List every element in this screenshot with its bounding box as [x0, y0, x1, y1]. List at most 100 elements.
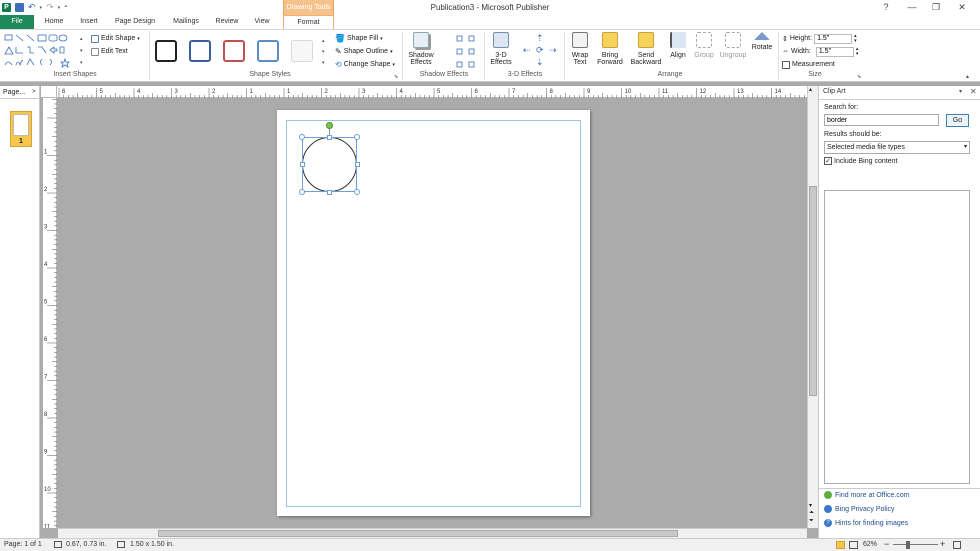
vertical-ruler[interactable]: 1 2 3 4 5 6 7 8 9 10 11 [43, 98, 57, 531]
shapes-gallery[interactable] [4, 33, 80, 71]
wrap-text-button[interactable]: Wrap Text [567, 32, 593, 72]
resize-handle-top-left[interactable] [299, 134, 305, 140]
vertical-scroll-thumb[interactable] [809, 186, 817, 396]
shape-styles-launcher-icon[interactable]: ⬊ [394, 74, 398, 80]
search-input[interactable] [824, 114, 939, 126]
shadow-effects-button[interactable]: Shadow Effects [405, 32, 437, 72]
fit-page-icon[interactable] [953, 541, 961, 549]
horizontal-scrollbar[interactable] [58, 528, 807, 538]
bring-forward-label-1: Bring [601, 52, 619, 59]
zoom-slider[interactable] [893, 544, 938, 545]
single-page-view-icon[interactable] [836, 541, 845, 549]
width-icon: ⇔ [782, 48, 789, 55]
resize-handle-top-right[interactable] [354, 134, 360, 140]
resize-handle-bottom-right[interactable] [354, 189, 360, 195]
scroll-down-icon[interactable]: ▾ [809, 502, 812, 509]
tab-home[interactable]: Home [40, 15, 68, 29]
tab-insert[interactable]: Insert [75, 15, 103, 29]
group-button[interactable]: Group [692, 32, 716, 72]
tilt-right-icon[interactable]: ⇢ [549, 45, 557, 56]
resize-handle-bottom[interactable] [327, 190, 332, 195]
scroll-up-icon[interactable]: ▴ [809, 86, 812, 93]
next-page-icon[interactable]: ⏷ [809, 518, 814, 525]
shadow-nudge-icons[interactable] [453, 33, 479, 71]
include-bing-label: Include Bing content [834, 157, 898, 165]
help-button[interactable]: ? [880, 2, 892, 13]
3d-tilt-controls[interactable]: ⇡ ⇠ ⟳ ⇢ ⇣ [522, 33, 562, 71]
minimize-button[interactable]: — [906, 2, 918, 13]
office-link-label: Find more at Office.com [835, 491, 910, 499]
zoom-slider-thumb[interactable] [906, 541, 910, 549]
shape-style-4[interactable] [257, 40, 279, 62]
width-input[interactable] [815, 46, 854, 57]
shape-fill-button[interactable]: 🪣 Shape Fill ▾ [335, 33, 383, 44]
vertical-ruler-ticks: 1 2 3 4 5 6 7 8 9 10 11 [44, 99, 57, 531]
ribbon-collapse-icon[interactable]: ▴ [966, 73, 969, 80]
tab-mailings[interactable]: Mailings [167, 15, 205, 29]
close-pane-icon[interactable]: ✕ [970, 87, 977, 96]
align-button[interactable]: Align [667, 32, 689, 72]
zoom-in-icon[interactable]: + [940, 539, 945, 549]
width-spinner-icon[interactable]: ▴ ▾ [856, 46, 859, 57]
collapse-pane-icon[interactable]: > [32, 86, 36, 99]
vertical-scrollbar[interactable]: ▴ ▾ ⏶ ⏷ [807, 86, 818, 528]
tilt-left-icon[interactable]: ⇠ [523, 45, 531, 56]
zoom-out-icon[interactable]: − [884, 539, 889, 549]
tab-file[interactable]: File [0, 15, 34, 29]
ruler-number: 11 [44, 525, 51, 529]
resize-handle-top[interactable] [327, 135, 332, 140]
rotate-button[interactable]: Rotate [749, 32, 775, 72]
height-input[interactable] [814, 33, 853, 44]
size-launcher-icon[interactable]: ⬊ [857, 74, 861, 80]
office-link[interactable]: Find more at Office.com [824, 491, 910, 499]
previous-page-icon[interactable]: ⏶ [809, 510, 814, 517]
shape-styles-scroll[interactable]: ▴ ▾ ▾ [322, 36, 328, 70]
shape-style-1[interactable] [155, 40, 177, 62]
ungroup-button[interactable]: Ungroup [717, 32, 749, 72]
rotation-handle[interactable] [326, 122, 333, 129]
page-navigation-pane: Page... > 1 [0, 86, 40, 538]
page-thumbnail[interactable]: 1 [10, 111, 32, 147]
tab-review[interactable]: Review [211, 15, 243, 29]
results-select[interactable]: Selected media file types ▾ [824, 141, 970, 154]
tilt-center-icon[interactable]: ⟳ [536, 45, 544, 56]
pane-options-icon[interactable]: ▾ [959, 88, 962, 95]
horizontal-ruler[interactable]: 6 5 4 3 2 1 1 2 3 4 5 6 7 8 9 10 11 12 13 14 [57, 86, 807, 98]
tilt-up-icon[interactable]: ⇡ [536, 33, 544, 44]
bing-privacy-link[interactable]: Bing Privacy Policy [824, 505, 895, 513]
tab-page-design[interactable]: Page Design [110, 15, 160, 29]
tilt-down-icon[interactable]: ⇣ [536, 57, 544, 68]
measurement-button[interactable]: Measurement [782, 59, 835, 70]
shape-outline-button[interactable]: ✎ Shape Outline ▾ [335, 46, 393, 57]
edit-shape-icon [91, 34, 99, 43]
close-button[interactable]: ✕ [956, 2, 968, 13]
shape-style-5[interactable] [291, 40, 313, 62]
shape-style-2[interactable] [189, 40, 211, 62]
two-page-view-icon[interactable] [849, 541, 858, 549]
page-status[interactable]: Page: 1 of 1 [4, 541, 42, 548]
shape-style-3[interactable] [223, 40, 245, 62]
restore-button[interactable]: ❐ [930, 2, 942, 13]
resize-handle-right[interactable] [355, 162, 360, 167]
edit-shape-button[interactable]: Edit Shape ▾ [91, 33, 140, 44]
bring-forward-button[interactable]: Bring Forward [594, 32, 626, 72]
horizontal-scroll-thumb[interactable] [158, 530, 678, 537]
edit-text-label: Edit Text [101, 48, 128, 55]
change-shape-button[interactable]: ⟲ Change Shape ▾ [335, 59, 395, 70]
3d-effects-button[interactable]: 3-D Effects [486, 32, 516, 72]
go-button[interactable]: Go [946, 114, 969, 127]
send-backward-button[interactable]: Send Backward [627, 32, 665, 72]
hints-link[interactable]: ? Hints for finding images [824, 519, 908, 527]
resize-handle-bottom-left[interactable] [299, 189, 305, 195]
clip-art-results-area[interactable] [824, 190, 970, 484]
pane-header-divider [819, 99, 980, 100]
resize-handle-left[interactable] [300, 162, 305, 167]
include-bing-checkbox[interactable]: ✓ Include Bing content [824, 157, 897, 165]
edit-text-button[interactable]: Edit Text [91, 46, 128, 57]
shapes-gallery-scroll[interactable]: ▴ ▾ ▾ [80, 33, 85, 71]
height-spinner-icon[interactable]: ▴ ▾ [854, 33, 857, 44]
tab-view[interactable]: View [249, 15, 275, 29]
tab-format[interactable]: Format [283, 15, 334, 29]
zoom-level[interactable]: 62% [863, 541, 877, 548]
ruler-number: 3 [175, 89, 179, 95]
